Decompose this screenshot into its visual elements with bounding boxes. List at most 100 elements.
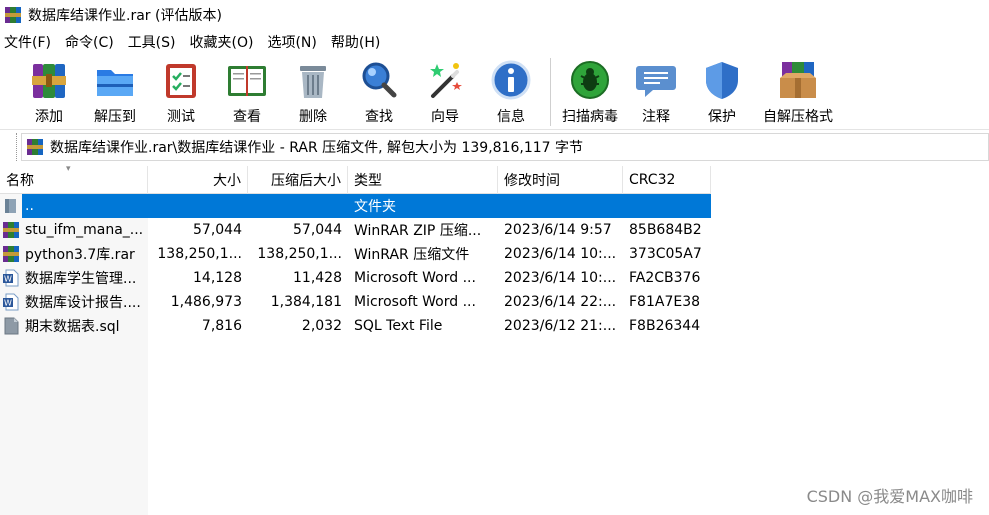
virus-scan-label: 扫描病毒	[562, 109, 618, 125]
menu-bar: 文件(F) 命令(C) 工具(S) 收藏夹(O) 选项(N) 帮助(H)	[0, 30, 989, 54]
file-crc-cell	[623, 194, 711, 218]
sfx-label: 自解压格式	[763, 109, 833, 125]
wizard-button[interactable]: 向导	[412, 54, 478, 128]
column-modified[interactable]: 修改时间	[498, 166, 623, 194]
info-button[interactable]: 信息	[478, 54, 544, 128]
file-crc-cell: 373C05A7	[629, 246, 702, 262]
table-row[interactable]: stu_ifm_mana_... 57,044 57,044 WinRAR ZI…	[0, 218, 711, 242]
wizard-label: 向导	[431, 109, 459, 125]
file-size-cell: 1,486,973	[170, 294, 242, 310]
file-packed-cell: 11,428	[293, 270, 342, 286]
column-crc-label: CRC32	[629, 172, 676, 188]
file-crc-cell: F8B26344	[629, 318, 701, 334]
virus-scan-button[interactable]: 扫描病毒	[557, 54, 623, 128]
winrar-app-icon	[5, 7, 21, 23]
column-modified-label: 修改时间	[504, 173, 560, 189]
menu-tools[interactable]: 工具(S)	[128, 32, 176, 52]
extract-to-label: 解压到	[94, 109, 136, 125]
file-type-cell: Microsoft Word ...	[354, 270, 476, 286]
address-grip	[16, 133, 19, 161]
table-row[interactable]: W 数据库学生管理... 14,128 11,428 Microsoft Wor…	[0, 266, 711, 290]
view-label: 查看	[233, 109, 261, 125]
test-clipboard-icon	[166, 64, 196, 98]
table-row[interactable]: python3.7库.rar 138,250,1... 138,250,1...…	[0, 242, 711, 266]
path-text: 数据库结课作业.rar\数据库结课作业 - RAR 压缩文件, 解包大小为 13…	[50, 140, 583, 156]
archive-path-icon	[27, 139, 43, 155]
svg-text:W: W	[4, 275, 12, 284]
file-name-cell: stu_ifm_mana_...	[0, 218, 148, 242]
column-type-label: 类型	[354, 173, 382, 189]
view-button[interactable]: 查看	[214, 54, 280, 128]
file-type-cell: WinRAR 压缩文件	[354, 247, 470, 263]
file-packed-cell: 2,032	[301, 318, 342, 334]
file-rows: .. 文件夹 stu_ifm_mana_... 57,044 57,044 Wi…	[0, 194, 711, 338]
word-document-icon: W	[3, 269, 19, 287]
virus-scan-bug-icon	[571, 61, 609, 99]
menu-help[interactable]: 帮助(H)	[331, 32, 380, 52]
column-type[interactable]: 类型	[348, 166, 498, 194]
menu-commands[interactable]: 命令(C)	[65, 32, 114, 52]
file-modified-cell: 2023/6/14 10:...	[504, 270, 617, 286]
extract-folder-icon	[97, 70, 133, 96]
comment-label: 注释	[642, 109, 670, 125]
file-type-cell: WinRAR ZIP 压缩...	[354, 223, 482, 239]
menu-options[interactable]: 选项(N)	[267, 32, 316, 52]
column-packed-label: 压缩后大小	[271, 173, 341, 189]
toolbar: 添加 解压到 测试 查看 删除 查找 向导 信息 扫描病毒 注释 保护 自解压格…	[0, 54, 989, 130]
file-packed-cell: 138,250,1...	[257, 246, 342, 262]
path-field[interactable]: 数据库结课作业.rar\数据库结课作业 - RAR 压缩文件, 解包大小为 13…	[21, 133, 989, 161]
file-crc-cell: F81A7E38	[629, 294, 701, 310]
table-row[interactable]: 期末数据表.sql 7,816 2,032 SQL Text File 2023…	[0, 314, 711, 338]
info-icon	[491, 60, 531, 100]
watermark: CSDN @我爱MAX咖啡	[806, 487, 973, 506]
column-name-label: 名称	[6, 173, 34, 189]
address-bar: 数据库结课作业.rar\数据库结课作业 - RAR 压缩文件, 解包大小为 13…	[0, 131, 989, 163]
sfx-box-icon	[780, 62, 816, 98]
file-size-cell: 14,128	[193, 270, 242, 286]
test-button[interactable]: 测试	[148, 54, 214, 128]
file-modified-cell: 2023/6/14 10:...	[504, 246, 617, 262]
wizard-wand-icon	[430, 63, 462, 98]
comment-button[interactable]: 注释	[623, 54, 689, 128]
test-label: 测试	[167, 109, 195, 125]
extract-to-button[interactable]: 解压到	[82, 54, 148, 128]
view-book-icon	[228, 66, 266, 96]
file-packed-cell	[248, 194, 348, 218]
list-header: 名称 ▾ 大小 压缩后大小 类型 修改时间 CRC32	[0, 164, 711, 194]
menu-favorites[interactable]: 收藏夹(O)	[190, 32, 254, 52]
find-button[interactable]: 查找	[346, 54, 412, 128]
comment-bubble-icon	[636, 66, 676, 97]
column-crc[interactable]: CRC32	[623, 166, 711, 194]
column-packed[interactable]: 压缩后大小	[248, 166, 348, 194]
file-crc-cell: 85B684B2	[629, 222, 702, 238]
delete-label: 删除	[299, 109, 327, 125]
find-label: 查找	[365, 109, 393, 125]
column-size[interactable]: 大小	[148, 166, 248, 194]
file-packed-cell: 57,044	[293, 222, 342, 238]
file-type-cell: SQL Text File	[354, 318, 443, 334]
file-name-cell: W 数据库设计报告....	[0, 290, 148, 314]
file-modified-cell	[498, 194, 623, 218]
add-archive-icon	[32, 64, 66, 98]
protect-label: 保护	[708, 109, 736, 125]
table-row[interactable]: W 数据库设计报告.... 1,486,973 1,384,181 Micros…	[0, 290, 711, 314]
add-label: 添加	[35, 109, 63, 125]
window-title: 数据库结课作业.rar (评估版本)	[28, 8, 222, 24]
delete-trash-icon	[300, 66, 326, 98]
winrar-archive-icon	[3, 246, 19, 262]
protect-button[interactable]: 保护	[689, 54, 755, 128]
delete-button[interactable]: 删除	[280, 54, 346, 128]
menu-file[interactable]: 文件(F)	[4, 32, 51, 52]
sfx-button[interactable]: 自解压格式	[755, 54, 841, 128]
svg-text:W: W	[4, 299, 12, 308]
file-packed-cell: 1,384,181	[270, 294, 342, 310]
file-name-cell: 期末数据表.sql	[0, 314, 148, 338]
folder-up-icon	[5, 199, 16, 213]
add-button[interactable]: 添加	[16, 54, 82, 128]
file-name-cell: W 数据库学生管理...	[0, 266, 148, 290]
winrar-zip-icon	[3, 222, 19, 238]
column-name[interactable]: 名称 ▾	[0, 164, 148, 194]
file-modified-cell: 2023/6/14 9:57	[504, 222, 612, 238]
file-crc-cell: FA2CB376	[629, 270, 701, 286]
table-row[interactable]: .. 文件夹	[0, 194, 711, 218]
